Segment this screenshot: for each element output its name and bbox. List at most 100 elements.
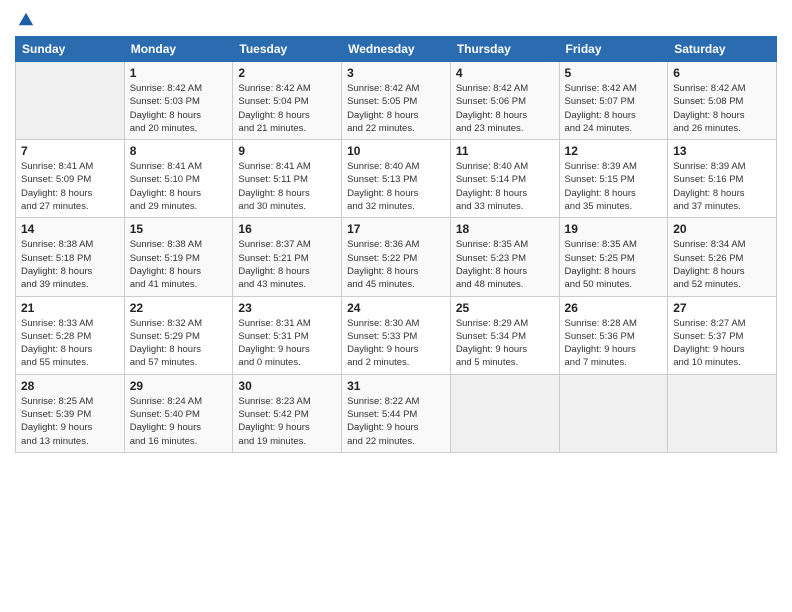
day-cell: 23 Sunrise: 8:31 AMSunset: 5:31 PMDayligh… (233, 296, 342, 374)
day-number: 9 (238, 144, 336, 158)
day-number: 19 (565, 222, 663, 236)
day-cell: 6 Sunrise: 8:42 AMSunset: 5:08 PMDaylight… (668, 62, 777, 140)
day-cell: 12Sunrise: 8:39 AMSunset: 5:15 PMDayligh… (559, 140, 668, 218)
day-number: 24 (347, 301, 445, 315)
day-number: 15 (130, 222, 228, 236)
day-number: 30 (238, 379, 336, 393)
day-cell: 13 Sunrise: 8:39 AMSunset: 5:16 PMDayligh… (668, 140, 777, 218)
day-header-friday: Friday (559, 37, 668, 62)
day-number: 4 (456, 66, 554, 80)
calendar-table: SundayMondayTuesdayWednesdayThursdayFrid… (15, 36, 777, 453)
day-cell: 22 Sunrise: 8:32 AMSunset: 5:29 PMDayligh… (124, 296, 233, 374)
day-info: Sunrise: 8:38 AMSunset: 5:18 PMDaylight:… (21, 238, 119, 291)
day-info: Sunrise: 8:41 AMSunset: 5:10 PMDaylight:… (130, 160, 228, 213)
day-cell: 17 Sunrise: 8:36 AMSunset: 5:22 PMDayligh… (342, 218, 451, 296)
week-row-5: 28 Sunrise: 8:25 AMSunset: 5:39 PMDayligh… (16, 374, 777, 452)
day-info: Sunrise: 8:41 AMSunset: 5:09 PMDaylight:… (21, 160, 119, 213)
day-cell: 27Sunrise: 8:27 AMSunset: 5:37 PMDayligh… (668, 296, 777, 374)
day-cell (668, 374, 777, 452)
day-cell (16, 62, 125, 140)
day-number: 16 (238, 222, 336, 236)
day-number: 22 (130, 301, 228, 315)
day-number: 12 (565, 144, 663, 158)
day-number: 5 (565, 66, 663, 80)
day-number: 10 (347, 144, 445, 158)
day-info: Sunrise: 8:24 AMSunset: 5:40 PMDaylight:… (130, 395, 228, 448)
day-cell: 30 Sunrise: 8:23 AMSunset: 5:42 PMDayligh… (233, 374, 342, 452)
day-number: 13 (673, 144, 771, 158)
day-header-tuesday: Tuesday (233, 37, 342, 62)
day-info: Sunrise: 8:36 AMSunset: 5:22 PMDaylight:… (347, 238, 445, 291)
day-cell: 26Sunrise: 8:28 AMSunset: 5:36 PMDayligh… (559, 296, 668, 374)
day-info: Sunrise: 8:22 AMSunset: 5:44 PMDaylight:… (347, 395, 445, 448)
week-row-3: 14Sunrise: 8:38 AMSunset: 5:18 PMDayligh… (16, 218, 777, 296)
day-cell: 24 Sunrise: 8:30 AMSunset: 5:33 PMDayligh… (342, 296, 451, 374)
day-number: 2 (238, 66, 336, 80)
day-number: 17 (347, 222, 445, 236)
week-row-2: 7Sunrise: 8:41 AMSunset: 5:09 PMDaylight… (16, 140, 777, 218)
day-info: Sunrise: 8:23 AMSunset: 5:42 PMDaylight:… (238, 395, 336, 448)
day-cell: 5 Sunrise: 8:42 AMSunset: 5:07 PMDaylight… (559, 62, 668, 140)
day-info: Sunrise: 8:34 AMSunset: 5:26 PMDaylight:… (673, 238, 771, 291)
day-number: 26 (565, 301, 663, 315)
page-header (15, 10, 777, 28)
day-info: Sunrise: 8:31 AMSunset: 5:31 PMDaylight:… (238, 317, 336, 370)
day-number: 28 (21, 379, 119, 393)
day-number: 31 (347, 379, 445, 393)
week-row-1: 1 Sunrise: 8:42 AMSunset: 5:03 PMDaylight… (16, 62, 777, 140)
day-cell: 15Sunrise: 8:38 AMSunset: 5:19 PMDayligh… (124, 218, 233, 296)
day-cell: 10 Sunrise: 8:40 AMSunset: 5:13 PMDayligh… (342, 140, 451, 218)
day-info: Sunrise: 8:25 AMSunset: 5:39 PMDaylight:… (21, 395, 119, 448)
day-cell: 18Sunrise: 8:35 AMSunset: 5:23 PMDayligh… (450, 218, 559, 296)
day-info: Sunrise: 8:37 AMSunset: 5:21 PMDaylight:… (238, 238, 336, 291)
day-info: Sunrise: 8:40 AMSunset: 5:13 PMDaylight:… (347, 160, 445, 213)
day-cell: 19Sunrise: 8:35 AMSunset: 5:25 PMDayligh… (559, 218, 668, 296)
day-cell: 16 Sunrise: 8:37 AMSunset: 5:21 PMDayligh… (233, 218, 342, 296)
day-cell: 1 Sunrise: 8:42 AMSunset: 5:03 PMDaylight… (124, 62, 233, 140)
day-info: Sunrise: 8:35 AMSunset: 5:23 PMDaylight:… (456, 238, 554, 291)
day-cell: 31 Sunrise: 8:22 AMSunset: 5:44 PMDayligh… (342, 374, 451, 452)
logo (15, 10, 35, 28)
day-info: Sunrise: 8:42 AMSunset: 5:08 PMDaylight:… (673, 82, 771, 135)
day-info: Sunrise: 8:29 AMSunset: 5:34 PMDaylight:… (456, 317, 554, 370)
day-info: Sunrise: 8:42 AMSunset: 5:07 PMDaylight:… (565, 82, 663, 135)
day-cell: 11 Sunrise: 8:40 AMSunset: 5:14 PMDayligh… (450, 140, 559, 218)
day-cell: 8 Sunrise: 8:41 AMSunset: 5:10 PMDaylight… (124, 140, 233, 218)
week-row-4: 21 Sunrise: 8:33 AMSunset: 5:28 PMDayligh… (16, 296, 777, 374)
day-info: Sunrise: 8:42 AMSunset: 5:06 PMDaylight:… (456, 82, 554, 135)
day-header-sunday: Sunday (16, 37, 125, 62)
day-cell: 29 Sunrise: 8:24 AMSunset: 5:40 PMDayligh… (124, 374, 233, 452)
day-cell: 14Sunrise: 8:38 AMSunset: 5:18 PMDayligh… (16, 218, 125, 296)
page-container: SundayMondayTuesdayWednesdayThursdayFrid… (0, 0, 792, 463)
day-number: 3 (347, 66, 445, 80)
day-info: Sunrise: 8:42 AMSunset: 5:04 PMDaylight:… (238, 82, 336, 135)
day-cell: 21 Sunrise: 8:33 AMSunset: 5:28 PMDayligh… (16, 296, 125, 374)
day-info: Sunrise: 8:32 AMSunset: 5:29 PMDaylight:… (130, 317, 228, 370)
day-cell: 28 Sunrise: 8:25 AMSunset: 5:39 PMDayligh… (16, 374, 125, 452)
day-number: 1 (130, 66, 228, 80)
day-header-wednesday: Wednesday (342, 37, 451, 62)
day-info: Sunrise: 8:33 AMSunset: 5:28 PMDaylight:… (21, 317, 119, 370)
logo-icon (17, 10, 35, 28)
day-info: Sunrise: 8:39 AMSunset: 5:16 PMDaylight:… (673, 160, 771, 213)
day-info: Sunrise: 8:27 AMSunset: 5:37 PMDaylight:… (673, 317, 771, 370)
day-number: 6 (673, 66, 771, 80)
day-number: 21 (21, 301, 119, 315)
day-cell (450, 374, 559, 452)
day-info: Sunrise: 8:42 AMSunset: 5:03 PMDaylight:… (130, 82, 228, 135)
day-cell: 25 Sunrise: 8:29 AMSunset: 5:34 PMDayligh… (450, 296, 559, 374)
day-number: 20 (673, 222, 771, 236)
day-number: 11 (456, 144, 554, 158)
day-cell: 2 Sunrise: 8:42 AMSunset: 5:04 PMDaylight… (233, 62, 342, 140)
day-number: 29 (130, 379, 228, 393)
day-cell: 7Sunrise: 8:41 AMSunset: 5:09 PMDaylight… (16, 140, 125, 218)
day-number: 8 (130, 144, 228, 158)
day-cell: 9Sunrise: 8:41 AMSunset: 5:11 PMDaylight… (233, 140, 342, 218)
day-number: 23 (238, 301, 336, 315)
day-number: 25 (456, 301, 554, 315)
day-cell (559, 374, 668, 452)
day-info: Sunrise: 8:30 AMSunset: 5:33 PMDaylight:… (347, 317, 445, 370)
day-info: Sunrise: 8:40 AMSunset: 5:14 PMDaylight:… (456, 160, 554, 213)
day-header-saturday: Saturday (668, 37, 777, 62)
calendar-header-row: SundayMondayTuesdayWednesdayThursdayFrid… (16, 37, 777, 62)
